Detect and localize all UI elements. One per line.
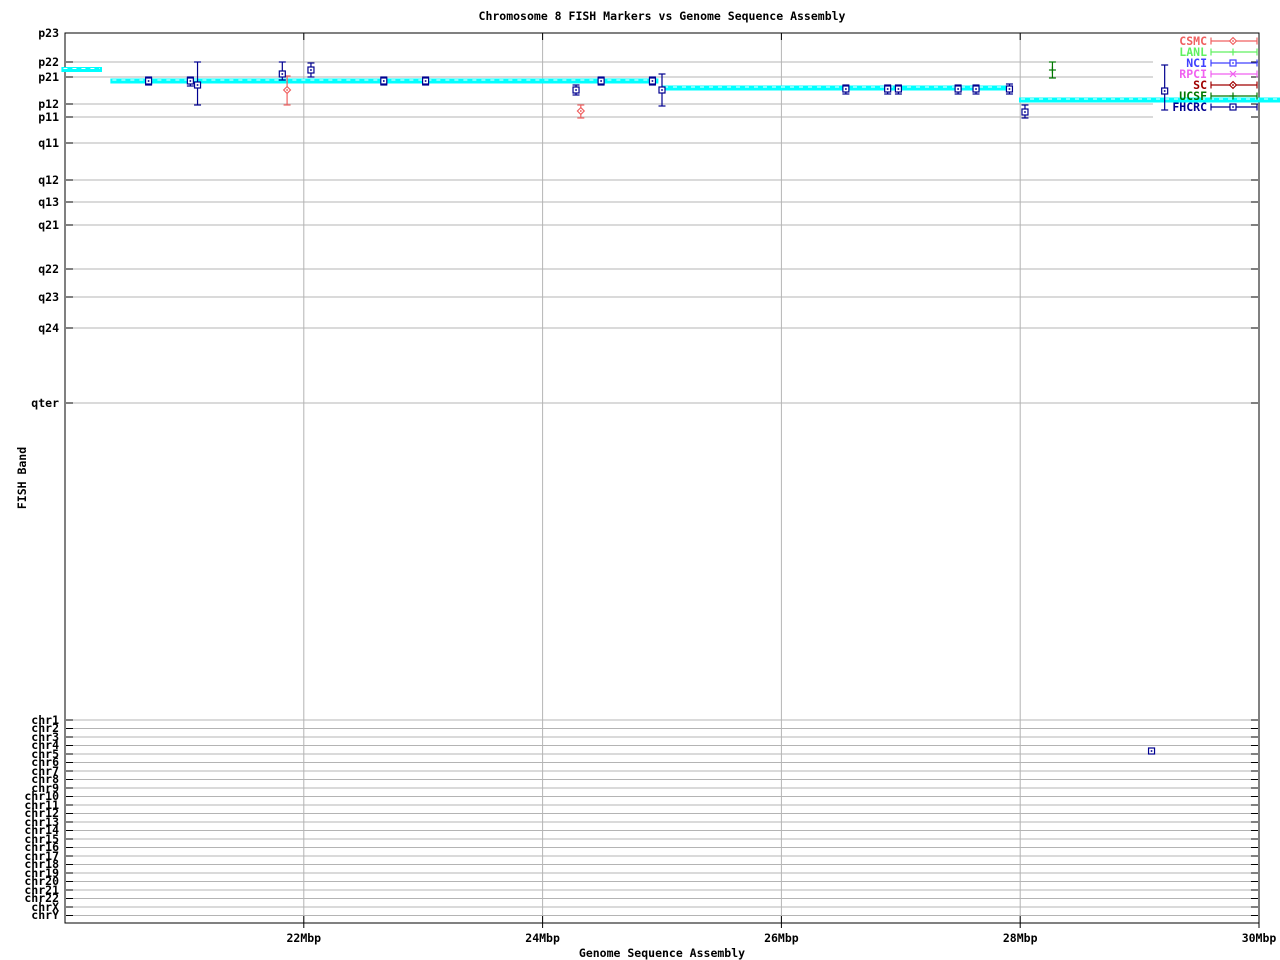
legend-sample-marker-dot [1232, 40, 1234, 42]
csmc-data-point-dot [286, 89, 288, 91]
fish-marker-chart: Chromosome 8 FISH Markers vs Genome Sequ… [0, 0, 1280, 960]
fhcrc-data-point-dot [1024, 111, 1026, 113]
fhcrc-data-point-dot [197, 84, 199, 86]
y-axis-title: FISH Band [15, 447, 29, 509]
fhcrc-data-point-dot [975, 88, 977, 90]
fhcrc-data-point-dot [957, 88, 959, 90]
y-tick-label-q21: q21 [0, 219, 59, 232]
legend-label-FHCRC: FHCRC [1172, 101, 1207, 113]
fhcrc-data-point-dot [652, 80, 654, 82]
y-tick-label-q12: q12 [0, 174, 59, 187]
legend-sample-marker-dot [1232, 62, 1234, 64]
y-tick-label-qter: qter [0, 397, 59, 410]
y-tick-label-q13: q13 [0, 196, 59, 209]
x-tick-label-22Mbp: 22Mbp [264, 931, 344, 945]
x-tick-label-24Mbp: 24Mbp [503, 931, 583, 945]
fhcrc-data-point-dot [845, 88, 847, 90]
x-tick-label-26Mbp: 26Mbp [741, 931, 821, 945]
fhcrc-data-point-dot [600, 80, 602, 82]
fhcrc-data-point-dot [282, 73, 284, 75]
fhcrc-data-point-dot [1151, 750, 1153, 752]
fhcrc-data-point-dot [1009, 88, 1011, 90]
y-tick-label-q11: q11 [0, 137, 59, 150]
y-tick-label-q22: q22 [0, 263, 59, 276]
y-tick-label-p21: p21 [0, 71, 59, 84]
y-tick-label-q24: q24 [0, 322, 59, 335]
x-tick-label-30Mbp: 30Mbp [1219, 931, 1280, 945]
fhcrc-data-point-dot [898, 88, 900, 90]
fhcrc-data-point-dot [1164, 90, 1166, 92]
fhcrc-data-point-dot [383, 80, 385, 82]
fhcrc-data-point-dot [575, 89, 577, 91]
fhcrc-data-point-dot [148, 80, 150, 82]
x-axis-title: Genome Sequence Assembly [65, 946, 1259, 960]
plot-border [65, 33, 1259, 923]
ucsf-band-segment [1019, 98, 1280, 103]
plot-canvas [0, 0, 1280, 960]
y-tick-label-p22: p22 [0, 56, 59, 69]
legend-sample-marker-dot [1232, 106, 1234, 108]
fhcrc-data-point-dot [887, 88, 889, 90]
y-tick-label-chrY: chrY [0, 909, 59, 922]
csmc-data-point-dot [580, 110, 582, 112]
fhcrc-data-point-dot [310, 69, 312, 71]
y-tick-label-q23: q23 [0, 291, 59, 304]
y-tick-label-p11: p11 [0, 111, 59, 124]
legend-sample-marker-dot [1232, 84, 1234, 86]
x-tick-label-28Mbp: 28Mbp [980, 931, 1060, 945]
ucsf-band-segment [61, 67, 102, 72]
fhcrc-data-point-dot [190, 80, 192, 82]
y-tick-label-p23: p23 [0, 27, 59, 40]
y-tick-label-p12: p12 [0, 98, 59, 111]
chart-title: Chromosome 8 FISH Markers vs Genome Sequ… [65, 9, 1259, 23]
fhcrc-data-point-dot [425, 80, 427, 82]
fhcrc-data-point-dot [661, 89, 663, 91]
